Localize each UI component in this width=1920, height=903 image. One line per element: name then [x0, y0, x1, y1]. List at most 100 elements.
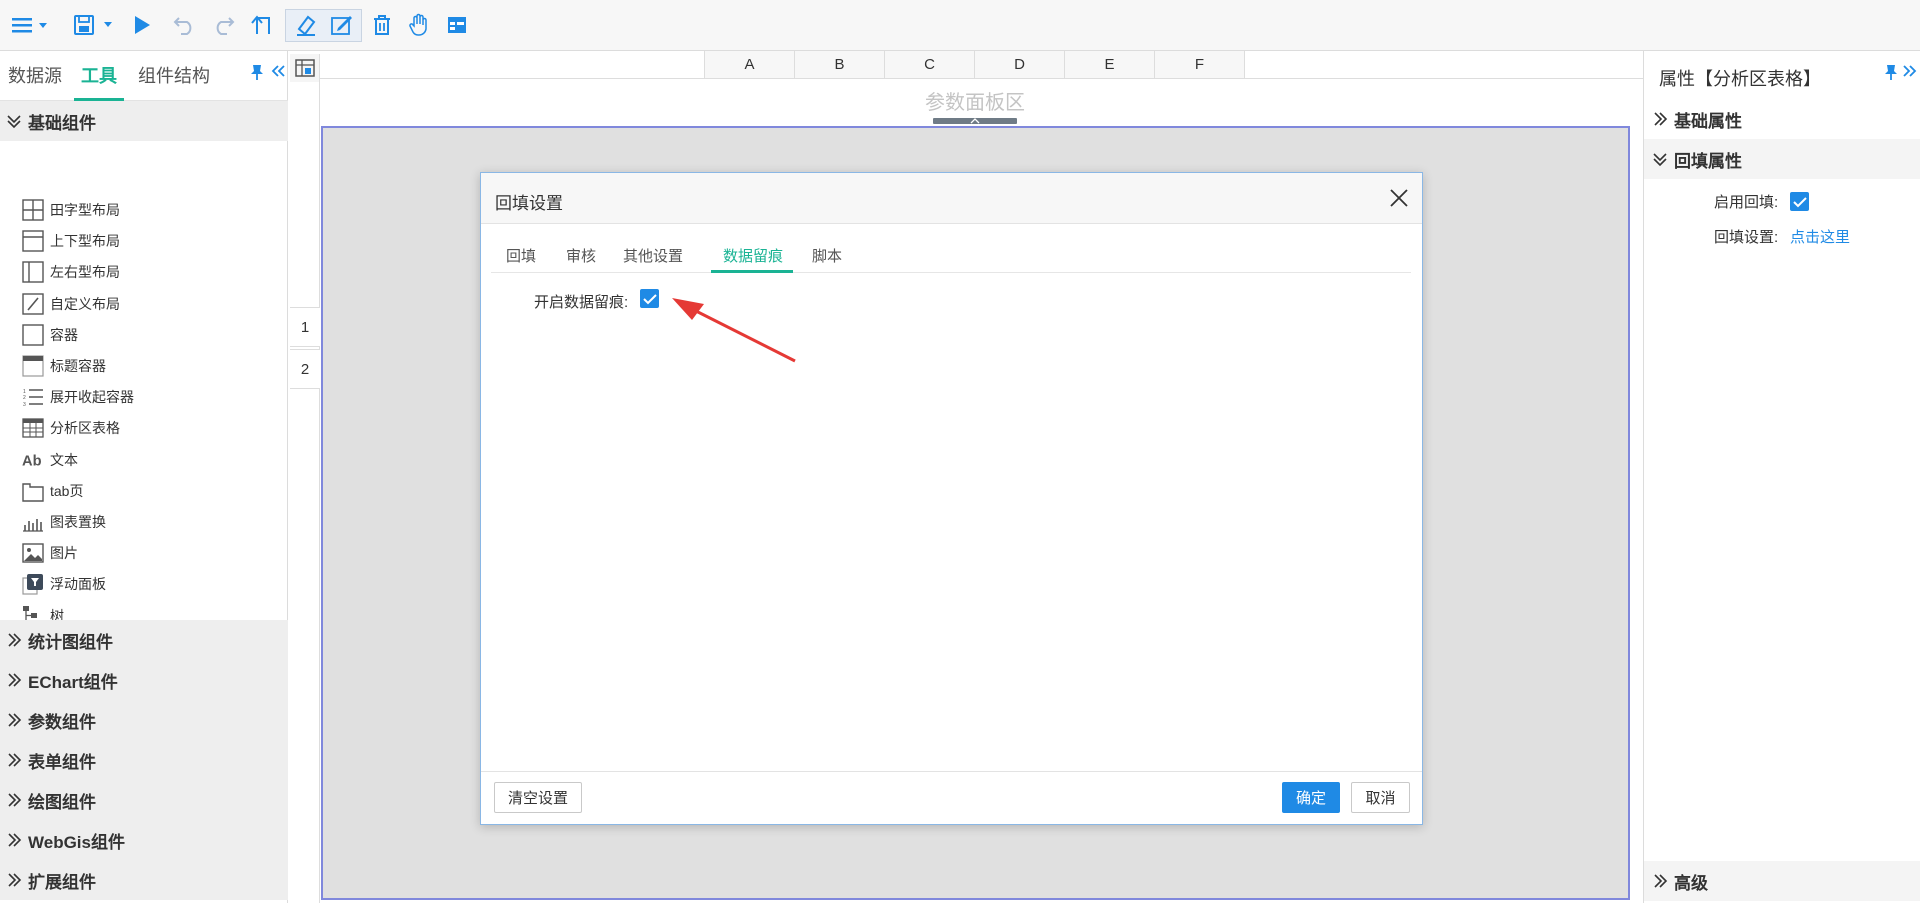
tab-tools[interactable]: 工具 [81, 62, 117, 88]
image-icon [22, 542, 44, 564]
component-item[interactable]: 容器 [22, 321, 78, 349]
tab-component-structure[interactable]: 组件结构 [138, 62, 210, 88]
clear-settings-button[interactable]: 清空设置 [494, 782, 582, 813]
menu-button[interactable] [6, 9, 54, 41]
component-item[interactable]: 标题容器 [22, 352, 106, 380]
section-fill-properties[interactable]: 回填属性 [1644, 139, 1920, 179]
upload-icon [249, 14, 273, 36]
tab-script[interactable]: 脚本 [812, 245, 842, 266]
upload-button[interactable] [248, 9, 274, 41]
ok-button[interactable]: 确定 [1282, 782, 1340, 813]
section-webgis-components[interactable]: WebGis组件 [0, 820, 288, 860]
section-title: 参数组件 [28, 712, 96, 732]
custom-layout-icon [22, 292, 44, 315]
check-icon [1792, 196, 1807, 208]
component-item[interactable]: 分析区表格 [22, 414, 120, 442]
component-label: 容器 [50, 326, 78, 343]
component-item[interactable]: 上下型布局 [22, 227, 120, 255]
chevron-down-icon [6, 113, 28, 129]
column-header-d[interactable]: D [974, 51, 1065, 79]
grid-layout-icon [22, 199, 44, 221]
section-basic-components[interactable]: 基础组件 [0, 101, 288, 141]
dialog-tabs: 回填 审核 其他设置 数据留痕 脚本 [491, 231, 1411, 273]
component-item[interactable]: 左右型布局 [22, 258, 120, 286]
tab-datasource[interactable]: 数据源 [8, 62, 62, 88]
component-item[interactable]: 田字型布局 [22, 196, 120, 224]
chevron-right-icon [6, 672, 28, 688]
pin-icon[interactable] [1884, 63, 1898, 81]
component-label: 文本 [50, 451, 78, 468]
chevron-right-icon [6, 792, 28, 808]
component-item[interactable]: 图片 [22, 539, 78, 567]
param-panel-toggle-handle[interactable] [933, 118, 1017, 124]
edit-button[interactable] [326, 9, 358, 41]
chart-swap-icon [22, 511, 44, 533]
section-chart-components[interactable]: 统计图组件 [0, 620, 288, 660]
section-title: 绘图组件 [28, 792, 96, 812]
component-item[interactable]: Ab 文本 [22, 446, 78, 474]
component-item[interactable]: tab页 [22, 477, 83, 505]
column-header-b[interactable]: B [794, 51, 885, 79]
undo-button[interactable] [172, 9, 198, 41]
chevron-right-icon [6, 752, 28, 768]
tab-audit[interactable]: 审核 [566, 245, 596, 266]
sheet-corner-button[interactable] [290, 54, 320, 82]
column-header-e[interactable]: E [1064, 51, 1155, 79]
column-header-a[interactable]: A [704, 51, 795, 79]
eraser-button[interactable] [290, 9, 322, 41]
fill-setting-link[interactable]: 点击这里 [1790, 226, 1850, 247]
data-trace-checkbox[interactable] [640, 289, 659, 308]
enable-fill-checkbox[interactable] [1790, 192, 1809, 211]
fill-settings-dialog: 回填设置 回填 审核 其他设置 数据留痕 脚本 开启数据留痕: 清空设置 确定 … [480, 172, 1423, 825]
fill-setting-label: 回填设置: [1714, 229, 1779, 246]
cancel-button[interactable]: 取消 [1351, 782, 1410, 813]
tab-fill[interactable]: 回填 [506, 245, 536, 266]
chevron-right-icon [6, 832, 28, 848]
save-button[interactable] [70, 9, 118, 41]
component-label: 展开收起容器 [50, 389, 134, 406]
collapse-panel-icon[interactable] [270, 63, 286, 79]
text-icon: Ab [22, 449, 44, 471]
component-item[interactable]: 图表置换 [22, 508, 106, 536]
dialog-footer: 清空设置 确定 取消 [481, 771, 1422, 824]
container-icon [22, 324, 44, 346]
section-basic-properties[interactable]: 基础属性 [1644, 99, 1920, 139]
delete-button[interactable] [370, 9, 394, 41]
component-item[interactable]: 浮动面板 [22, 570, 106, 598]
section-form-components[interactable]: 表单组件 [0, 740, 288, 780]
layout-button[interactable] [444, 9, 470, 41]
component-label: 图片 [50, 545, 78, 562]
close-button[interactable] [1388, 187, 1410, 209]
column-header-f[interactable]: F [1154, 51, 1245, 79]
redo-button[interactable] [210, 9, 236, 41]
chevron-right-icon [6, 632, 28, 648]
section-param-components[interactable]: 参数组件 [0, 700, 288, 740]
section-advanced[interactable]: 高级 [1644, 861, 1920, 901]
title-container-icon [22, 355, 44, 377]
left-panel: 数据源 工具 组件结构 基础组件 田字型布局上下型布局左右型布局自定义布局容器标… [0, 51, 288, 903]
column-header-c[interactable]: C [884, 51, 975, 79]
section-echart-components[interactable]: EChart组件 [0, 660, 288, 700]
tab-other-settings[interactable]: 其他设置 [623, 245, 683, 266]
component-label: 图表置换 [50, 514, 106, 530]
tab-icon [22, 480, 44, 502]
redo-icon [211, 14, 235, 36]
tab-data-trace[interactable]: 数据留痕 [723, 245, 783, 266]
section-extension-components[interactable]: 扩展组件 [0, 860, 288, 900]
collapse-panel-icon[interactable] [1902, 63, 1918, 79]
row-header-1[interactable]: 1 [290, 307, 320, 347]
hand-button[interactable] [406, 9, 432, 41]
component-item[interactable]: 自定义布局 [22, 290, 120, 318]
data-trace-label: 开启数据留痕: [534, 294, 629, 311]
section-drawing-components[interactable]: 绘图组件 [0, 780, 288, 820]
chevron-up-icon [933, 118, 1017, 124]
check-icon [642, 293, 657, 305]
pin-icon[interactable] [250, 63, 264, 81]
row-header-2[interactable]: 2 [290, 349, 320, 389]
run-button[interactable] [130, 9, 154, 41]
sheet-settings-icon [294, 59, 315, 77]
row-gutter [290, 82, 320, 903]
float-panel-icon [22, 573, 44, 595]
component-item[interactable]: 1 2 3 展开收起容器 [22, 383, 134, 411]
param-panel-title: 参数面板区 [925, 92, 1025, 114]
